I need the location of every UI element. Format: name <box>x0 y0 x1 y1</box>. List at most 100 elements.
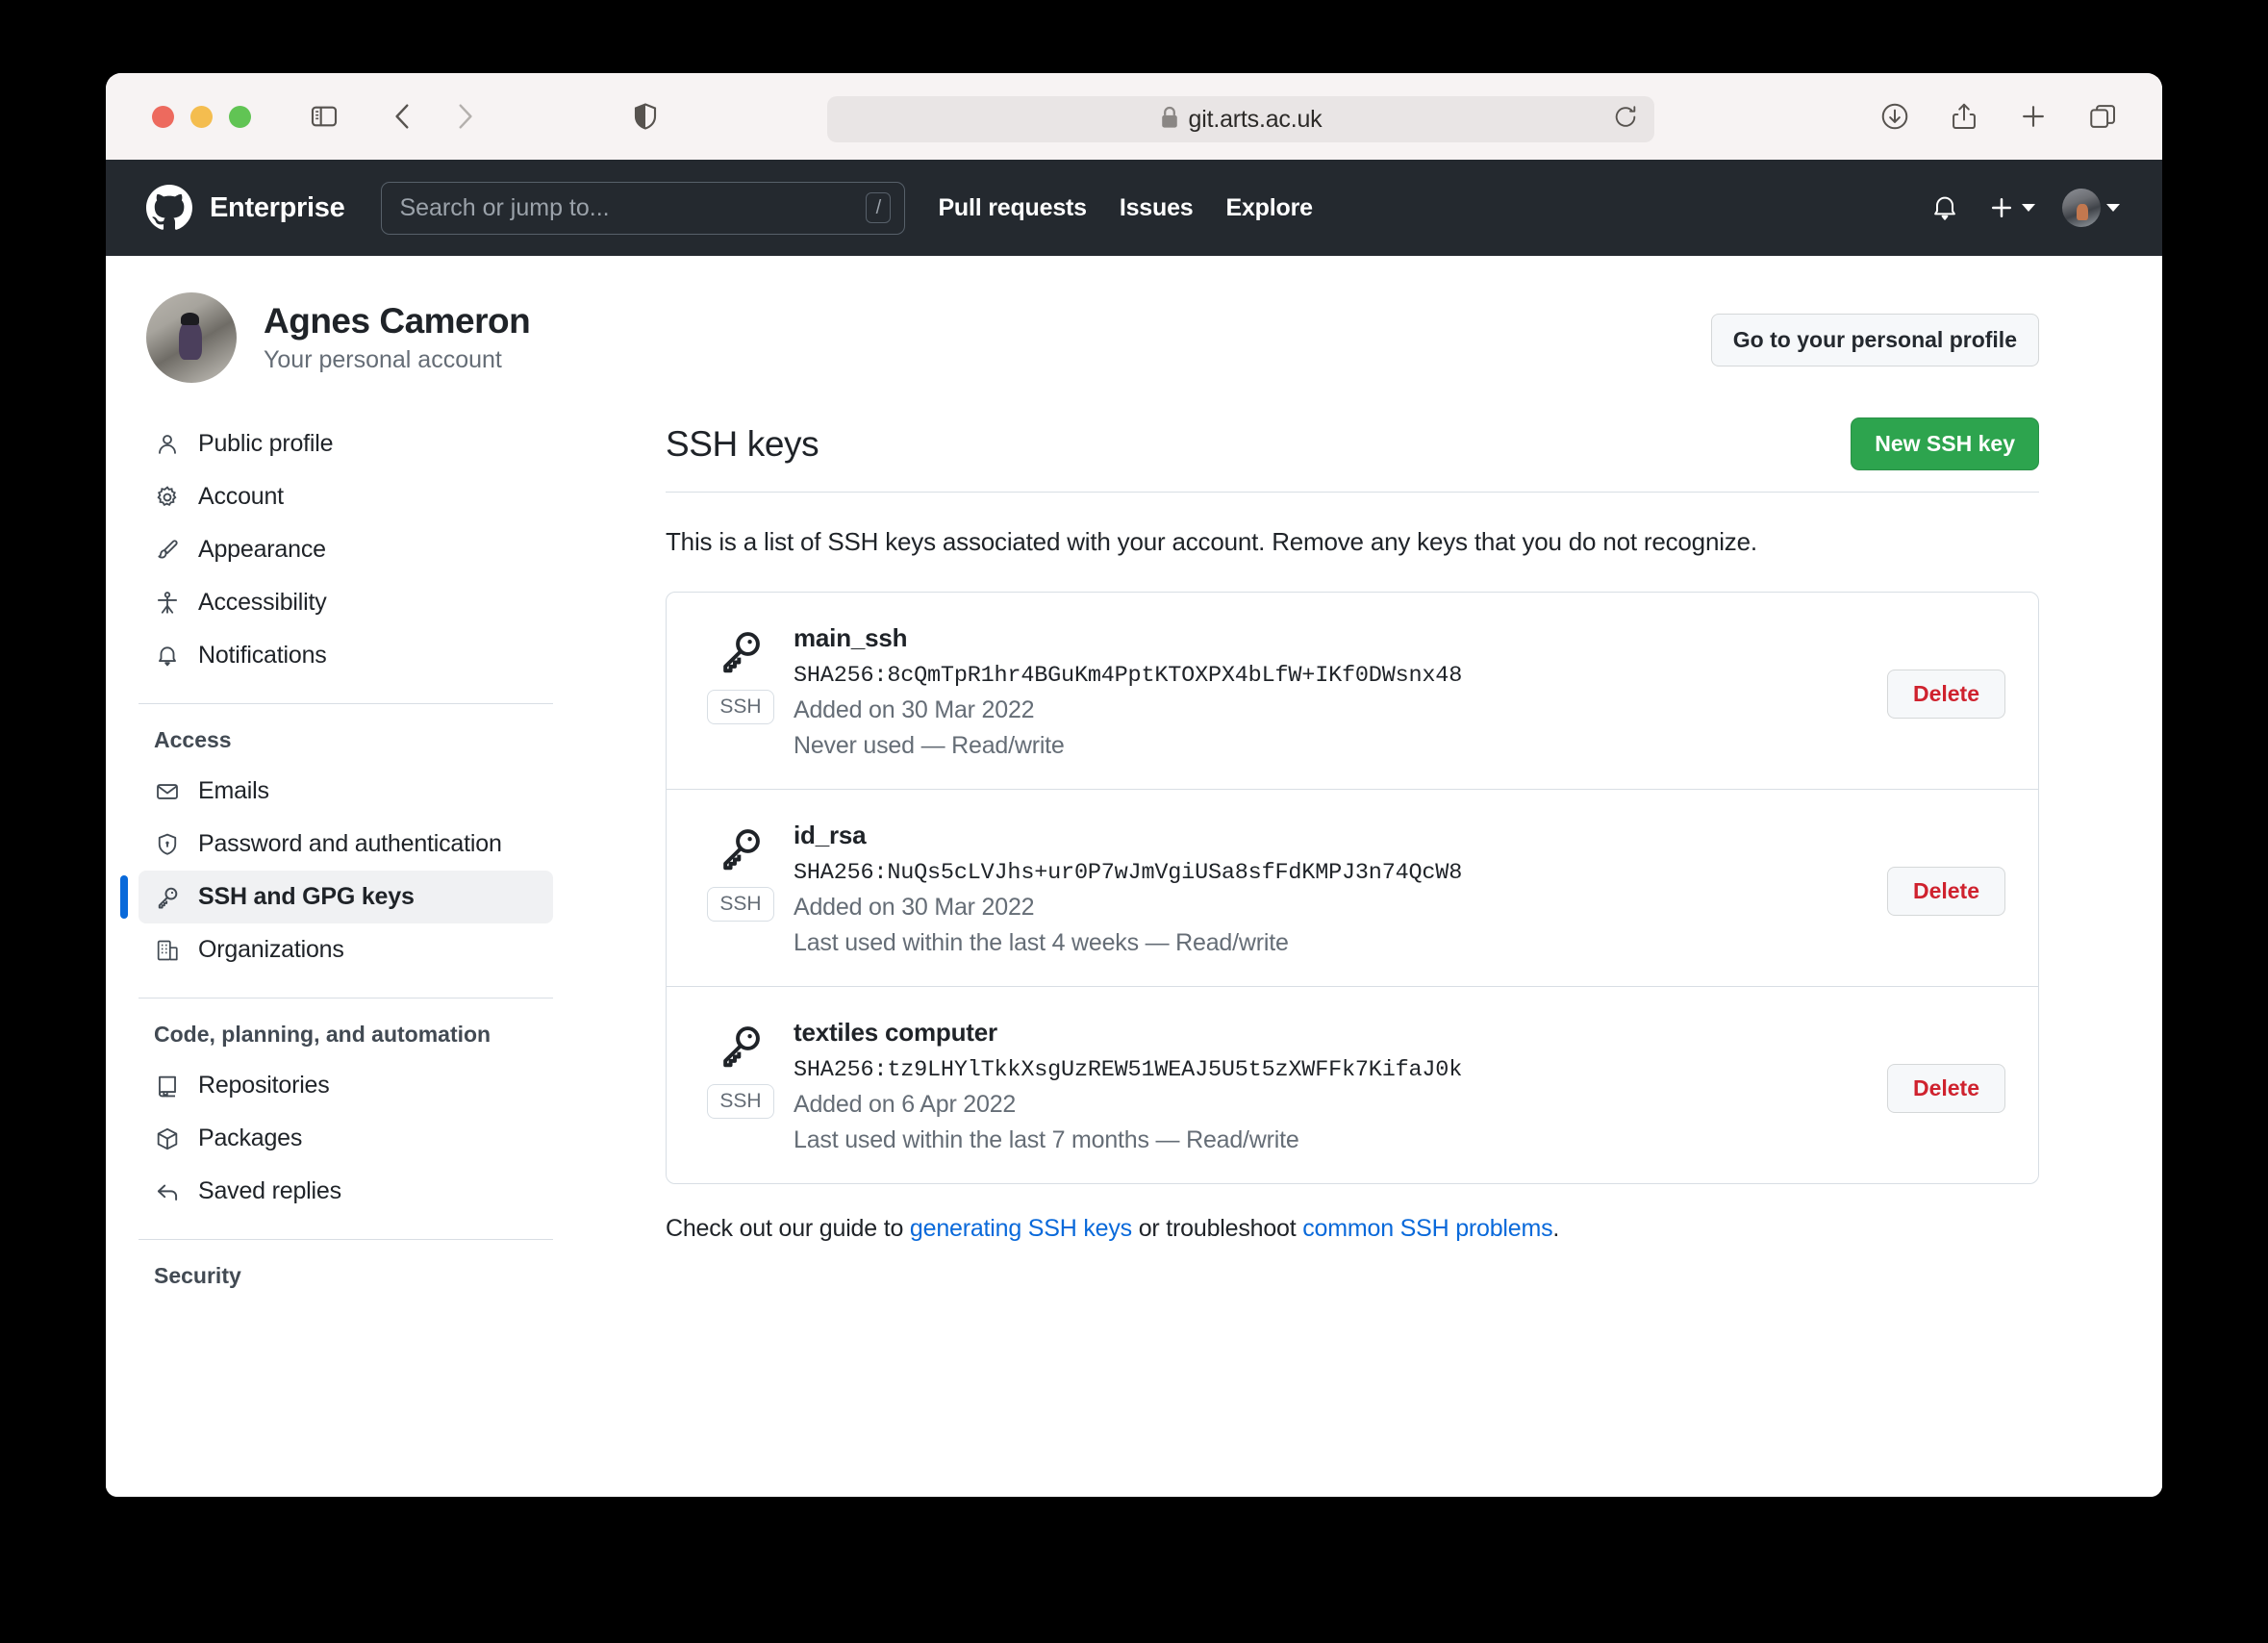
sidebar-item-label: Appearance <box>198 536 326 563</box>
search-shortcut-badge: / <box>866 192 892 223</box>
sidebar-item-label: Public profile <box>198 430 334 457</box>
repo-icon <box>154 1073 181 1100</box>
mail-icon <box>154 778 181 805</box>
page-title: Agnes Cameron <box>264 301 531 341</box>
address-bar[interactable]: git.arts.ac.uk <box>827 96 1654 142</box>
nav-issues[interactable]: Issues <box>1120 194 1194 222</box>
accessibility-icon <box>154 590 181 617</box>
key-title: textiles computer <box>794 1018 997 1047</box>
key-added-date: Added on 30 Mar 2022 <box>794 696 1035 723</box>
key-fingerprint: SHA256:tz9LHYlTkkXsgUzREW51WEAJ5U5t5zXWF… <box>794 1057 1463 1083</box>
sidebar-toggle-icon[interactable] <box>301 93 347 139</box>
person-icon <box>154 431 181 458</box>
settings-page: Agnes Cameron Your personal account Go t… <box>106 256 2162 1497</box>
ssh-keys-panel: SSH keys New SSH key This is a list of S… <box>635 417 2162 1301</box>
reload-icon[interactable] <box>1612 104 1639 136</box>
ssh-key-row: SSH id_rsa SHA256:NuQs5cLVJhs+ur0P7wJmVg… <box>667 790 2038 987</box>
status-badge: SSH <box>707 887 774 923</box>
sidebar-item-label: Password and authentication <box>198 830 502 857</box>
settings-content: Public profile Account Appearance Access… <box>106 417 2162 1301</box>
key-last-used: Last used within the last 4 weeks — Read… <box>794 929 1289 956</box>
sidebar-item-label: SSH and GPG keys <box>198 883 415 910</box>
delete-key-button[interactable]: Delete <box>1886 866 2005 916</box>
sidebar-item-notifications[interactable]: Notifications <box>139 629 553 682</box>
github-mark-icon[interactable] <box>146 185 192 231</box>
close-window-button[interactable] <box>152 105 174 128</box>
key-icon <box>154 884 181 911</box>
share-icon[interactable] <box>1941 93 1987 139</box>
gear-icon <box>154 484 181 511</box>
key-icon-column: SSH <box>699 1018 782 1120</box>
sidebar-item-repositories[interactable]: Repositories <box>139 1059 553 1112</box>
github-header-right <box>1929 189 2120 227</box>
sidebar-item-organizations[interactable]: Organizations <box>139 923 553 976</box>
key-fingerprint: SHA256:8cQmTpR1hr4BGuKm4PptKTOXPX4bLfW+I… <box>794 663 1463 689</box>
download-icon[interactable] <box>1872 93 1918 139</box>
tab-overview-icon[interactable] <box>2079 93 2126 139</box>
key-icon <box>717 824 765 877</box>
plus-icon[interactable] <box>2010 93 2056 139</box>
user-avatar[interactable] <box>146 292 237 383</box>
paintbrush-icon <box>154 537 181 564</box>
new-ssh-key-button[interactable]: New SSH key <box>1851 417 2039 470</box>
help-note-middle: or troubleshoot <box>1131 1215 1303 1242</box>
sidebar-item-label: Emails <box>198 777 269 804</box>
sidebar-section-access: Access <box>154 727 232 752</box>
sidebar-item-appearance[interactable]: Appearance <box>139 523 553 576</box>
create-new-menu[interactable] <box>1987 193 2035 222</box>
chevron-right-icon[interactable] <box>441 93 488 139</box>
sidebar-section-code-planning-automation: Code, planning, and automation <box>154 1022 491 1047</box>
generating-ssh-keys-link[interactable]: generating SSH keys <box>910 1215 1132 1242</box>
search-input[interactable]: Search or jump to... / <box>381 181 906 235</box>
sidebar-item-emails[interactable]: Emails <box>139 765 553 818</box>
sidebar-item-label: Packages <box>198 1125 303 1151</box>
key-fingerprint: SHA256:NuQs5cLVJhs+ur0P7wJmVgiUSa8sfFdKM… <box>794 860 1463 886</box>
key-icon-column: SSH <box>699 821 782 923</box>
sidebar-item-packages[interactable]: Packages <box>139 1112 553 1165</box>
chevron-left-icon[interactable] <box>380 93 426 139</box>
shield-icon[interactable] <box>622 93 668 139</box>
help-note-suffix: . <box>1552 1215 1560 1242</box>
sidebar-divider <box>139 1239 553 1240</box>
go-to-personal-profile-button[interactable]: Go to your personal profile <box>1710 314 2039 367</box>
sidebar-item-accessibility[interactable]: Accessibility <box>139 576 553 629</box>
sidebar-item-account[interactable]: Account <box>139 470 553 523</box>
settings-sidebar: Public profile Account Appearance Access… <box>106 417 635 1301</box>
delete-key-button[interactable]: Delete <box>1886 669 2005 719</box>
sidebar-item-ssh-and-gpg-keys[interactable]: SSH and GPG keys <box>120 871 553 923</box>
nav-explore[interactable]: Explore <box>1226 194 1314 222</box>
delete-key-button[interactable]: Delete <box>1886 1063 2005 1113</box>
sidebar-item-label: Notifications <box>198 642 327 669</box>
key-added-date: Added on 6 Apr 2022 <box>794 1091 1017 1118</box>
profile-identity: Agnes Cameron Your personal account <box>264 301 531 374</box>
lock-icon <box>1160 106 1179 134</box>
sidebar-item-saved-replies[interactable]: Saved replies <box>139 1165 553 1218</box>
reply-icon <box>154 1178 181 1205</box>
bell-icon[interactable] <box>1929 192 1960 223</box>
sidebar-item-public-profile[interactable]: Public profile <box>139 417 553 470</box>
sidebar-item-label: Accessibility <box>198 589 327 616</box>
window-traffic-lights[interactable] <box>152 105 251 128</box>
key-icon-column: SSH <box>699 623 782 725</box>
status-badge: SSH <box>707 1084 774 1120</box>
zoom-window-button[interactable] <box>229 105 251 128</box>
github-header: Enterprise Search or jump to... / Pull r… <box>106 160 2162 256</box>
sidebar-divider <box>139 703 553 704</box>
ssh-keys-description: This is a list of SSH keys associated wi… <box>666 527 1757 556</box>
key-title: id_rsa <box>794 821 867 849</box>
ssh-key-row: SSH main_ssh SHA256:8cQmTpR1hr4BGuKm4Ppt… <box>667 593 2038 790</box>
organization-icon <box>154 937 181 964</box>
nav-pull-requests[interactable]: Pull requests <box>938 194 1087 222</box>
sidebar-section-security: Security <box>154 1263 241 1288</box>
common-ssh-problems-link[interactable]: common SSH problems <box>1302 1215 1552 1242</box>
avatar <box>2062 189 2101 227</box>
minimize-window-button[interactable] <box>190 105 213 128</box>
key-details: id_rsa SHA256:NuQs5cLVJhs+ur0P7wJmVgiUSa… <box>782 821 1887 957</box>
key-last-used: Last used within the last 7 months — Rea… <box>794 1126 1299 1153</box>
ssh-key-row: SSH textiles computer SHA256:tz9LHYlTkkX… <box>667 987 2038 1183</box>
sidebar-item-label: Organizations <box>198 936 344 963</box>
ssh-help-note: Check out our guide to generating SSH ke… <box>666 1215 2039 1243</box>
sidebar-item-password-and-authentication[interactable]: Password and authentication <box>139 818 553 871</box>
account-menu[interactable] <box>2062 189 2120 227</box>
key-icon <box>717 627 765 680</box>
